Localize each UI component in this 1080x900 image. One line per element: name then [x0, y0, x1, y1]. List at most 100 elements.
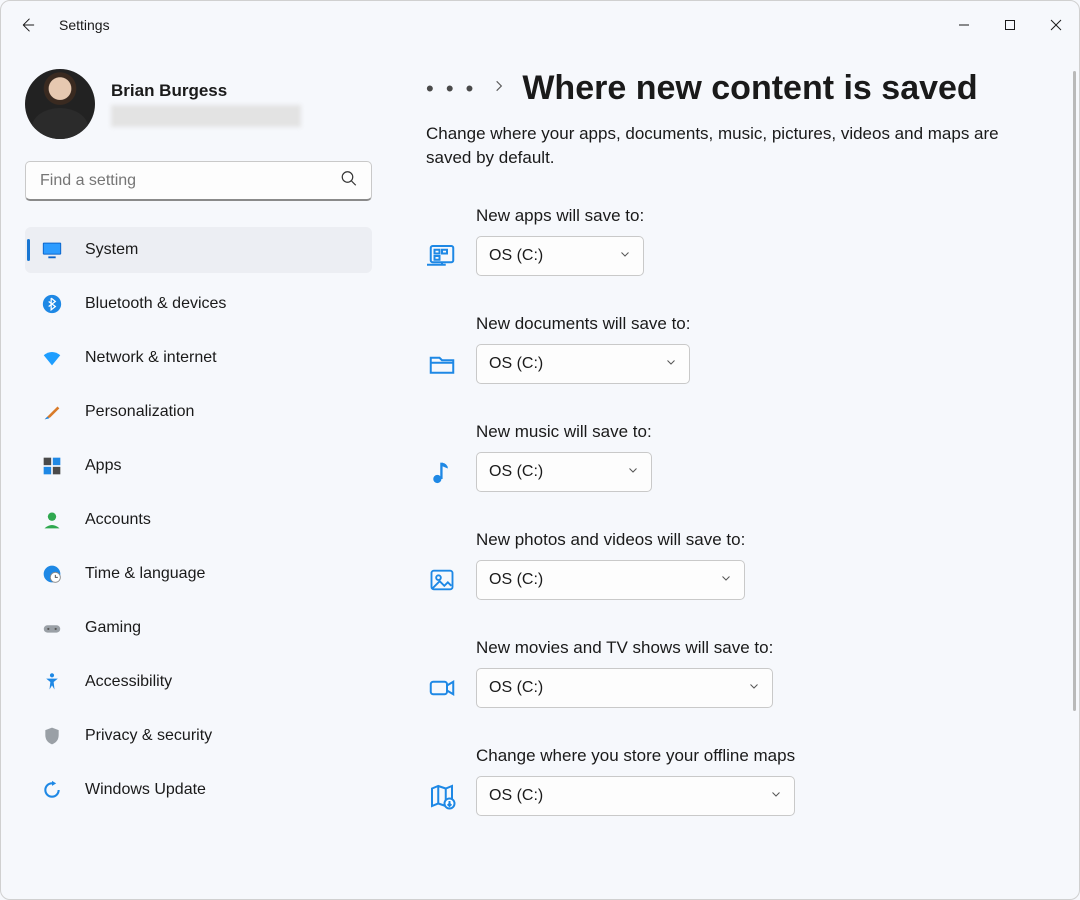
sidebar-item-label: Apps: [85, 457, 121, 475]
apps-location-dropdown[interactable]: OS (C:): [476, 236, 644, 276]
sidebar-item-label: System: [85, 241, 138, 259]
page-title: Where new content is saved: [522, 69, 977, 108]
sidebar-item-system[interactable]: System: [25, 227, 372, 273]
system-icon: [41, 239, 63, 261]
sidebar-item-personalization[interactable]: Personalization: [25, 389, 372, 435]
documents-location-dropdown[interactable]: OS (C:): [476, 344, 690, 384]
setting-photos: New photos and videos will save to: OS (…: [426, 516, 1029, 624]
apps-icon: [41, 455, 63, 477]
back-button[interactable]: [17, 15, 37, 35]
sidebar-item-time-language[interactable]: Time & language: [25, 551, 372, 597]
page-description: Change where your apps, documents, music…: [426, 122, 1026, 170]
accessibility-icon: [41, 671, 63, 693]
close-icon: [1050, 19, 1062, 31]
combo-value: OS (C:): [489, 571, 543, 589]
minimize-icon: [958, 19, 970, 31]
gamepad-icon: [41, 617, 63, 639]
sidebar-item-label: Personalization: [85, 403, 194, 421]
sidebar-item-label: Accessibility: [85, 673, 172, 691]
setting-music: New music will save to: OS (C:): [426, 408, 1029, 516]
sidebar: Brian Burgess System: [1, 49, 386, 899]
sidebar-item-bluetooth[interactable]: Bluetooth & devices: [25, 281, 372, 327]
wifi-icon: [41, 347, 63, 369]
combo-value: OS (C:): [489, 355, 543, 373]
close-button[interactable]: [1033, 9, 1079, 41]
setting-label: New movies and TV shows will save to:: [476, 638, 773, 658]
setting-label: New music will save to:: [476, 422, 652, 442]
maps-location-dropdown[interactable]: OS (C:): [476, 776, 795, 816]
sidebar-item-label: Gaming: [85, 619, 141, 637]
chevron-down-icon: [748, 679, 760, 697]
account-name: Brian Burgess: [111, 81, 301, 101]
setting-label: New documents will save to:: [476, 314, 690, 334]
person-icon: [41, 509, 63, 531]
chevron-down-icon: [770, 787, 782, 805]
globe-clock-icon: [41, 563, 63, 585]
nav: System Bluetooth & devices Network & int…: [25, 227, 372, 821]
sidebar-item-accessibility[interactable]: Accessibility: [25, 659, 372, 705]
bluetooth-icon: [41, 293, 63, 315]
folder-icon: [426, 348, 458, 380]
sidebar-item-accounts[interactable]: Accounts: [25, 497, 372, 543]
sidebar-item-apps[interactable]: Apps: [25, 443, 372, 489]
setting-label: New apps will save to:: [476, 206, 644, 226]
sidebar-item-label: Windows Update: [85, 781, 206, 799]
image-icon: [426, 564, 458, 596]
account-email-redacted: [111, 105, 301, 127]
shield-icon: [41, 725, 63, 747]
sidebar-item-windows-update[interactable]: Windows Update: [25, 767, 372, 813]
music-location-dropdown[interactable]: OS (C:): [476, 452, 652, 492]
titlebar: Settings: [1, 1, 1079, 49]
breadcrumb-ellipsis[interactable]: • • •: [426, 76, 476, 102]
chevron-down-icon: [720, 571, 732, 589]
setting-col: New music will save to: OS (C:): [476, 422, 652, 492]
photos-location-dropdown[interactable]: OS (C:): [476, 560, 745, 600]
setting-label: Change where you store your offline maps: [476, 746, 795, 766]
chevron-down-icon: [627, 463, 639, 481]
settings-window: Settings Brian Burgess: [0, 0, 1080, 900]
avatar: [25, 69, 95, 139]
titlebar-left: Settings: [17, 15, 110, 35]
combo-value: OS (C:): [489, 463, 543, 481]
combo-value: OS (C:): [489, 247, 543, 265]
setting-maps: Change where you store your offline maps…: [426, 732, 1029, 840]
sidebar-item-label: Bluetooth & devices: [85, 295, 226, 313]
setting-apps: New apps will save to: OS (C:): [426, 192, 1029, 300]
sidebar-item-privacy[interactable]: Privacy & security: [25, 713, 372, 759]
window-controls: [941, 9, 1079, 41]
maximize-icon: [1004, 19, 1016, 31]
sidebar-item-gaming[interactable]: Gaming: [25, 605, 372, 651]
apps-monitor-icon: [426, 240, 458, 272]
app-name: Settings: [59, 17, 110, 33]
window-body: Brian Burgess System: [1, 49, 1079, 899]
chevron-down-icon: [619, 247, 631, 265]
combo-value: OS (C:): [489, 787, 543, 805]
video-camera-icon: [426, 672, 458, 704]
movies-location-dropdown[interactable]: OS (C:): [476, 668, 773, 708]
search-container: [25, 161, 372, 201]
search-icon: [340, 170, 358, 193]
setting-col: New apps will save to: OS (C:): [476, 206, 644, 276]
search-input[interactable]: [25, 161, 372, 201]
chevron-right-icon: [492, 79, 506, 98]
setting-col: New documents will save to: OS (C:): [476, 314, 690, 384]
music-note-icon: [426, 456, 458, 488]
setting-documents: New documents will save to: OS (C:): [426, 300, 1029, 408]
paintbrush-icon: [41, 401, 63, 423]
setting-label: New photos and videos will save to:: [476, 530, 745, 550]
maximize-button[interactable]: [987, 9, 1033, 41]
chevron-down-icon: [665, 355, 677, 373]
map-download-icon: [426, 780, 458, 812]
minimize-button[interactable]: [941, 9, 987, 41]
setting-movies: New movies and TV shows will save to: OS…: [426, 624, 1029, 732]
sidebar-item-label: Accounts: [85, 511, 151, 529]
sidebar-item-network[interactable]: Network & internet: [25, 335, 372, 381]
arrow-left-icon: [18, 16, 36, 34]
account-header[interactable]: Brian Burgess: [25, 69, 372, 139]
sidebar-item-label: Network & internet: [85, 349, 217, 367]
scrollbar-thumb[interactable]: [1073, 71, 1076, 711]
setting-col: New movies and TV shows will save to: OS…: [476, 638, 773, 708]
setting-col: Change where you store your offline maps…: [476, 746, 795, 816]
main-content: • • • Where new content is saved Change …: [386, 49, 1079, 899]
setting-col: New photos and videos will save to: OS (…: [476, 530, 745, 600]
